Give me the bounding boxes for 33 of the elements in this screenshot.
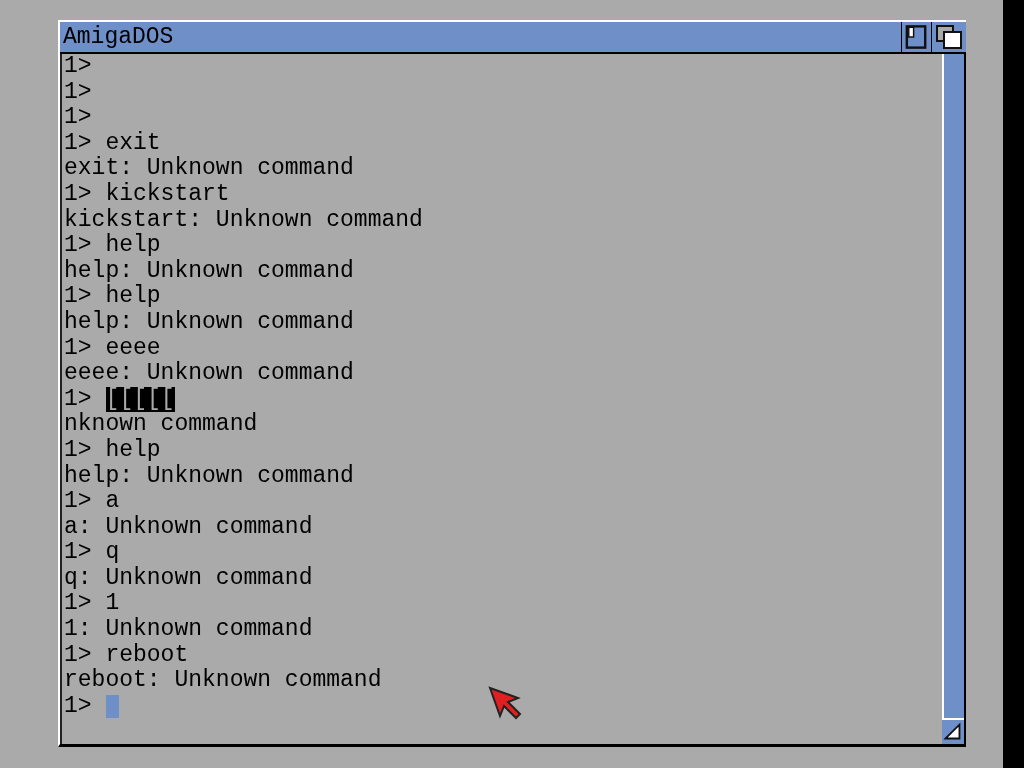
- prompt-line: 1> a: [64, 489, 120, 515]
- output-line: exit: Unknown command: [64, 156, 354, 182]
- prompt-line: 1> eeee: [64, 335, 161, 361]
- prompt-text: 1>: [64, 693, 92, 720]
- output-line: kickstart: Unknown command: [64, 207, 423, 233]
- title-bar[interactable]: AmigaDOS: [60, 22, 966, 54]
- prompt-line: 1>: [64, 105, 92, 131]
- output-line: a: Unknown command: [64, 514, 313, 541]
- output-line: nknown command: [64, 412, 258, 438]
- output-line: 1: Unknown command: [64, 617, 313, 643]
- window-title: AmigaDOS: [62, 25, 174, 49]
- resize-icon[interactable]: [942, 718, 964, 744]
- prompt-line: 1> kickstart: [64, 181, 230, 208]
- prompt-line: 1> help: [64, 437, 161, 464]
- prompt-line: 1> reboot: [64, 642, 189, 668]
- prompt-line: 1>: [64, 54, 92, 80]
- prompt-line: 1> 1: [64, 591, 120, 617]
- output-line: eeee: Unknown command: [64, 361, 354, 387]
- prompt-line: 1> q: [64, 540, 120, 566]
- pointer-icon: [488, 686, 522, 720]
- selected-text: [[[[[: [105, 386, 175, 413]
- prompt-line: 1> help: [64, 233, 161, 259]
- text-cursor: [105, 695, 119, 719]
- output-line: help: Unknown command: [64, 258, 354, 284]
- output-line: reboot: Unknown command: [64, 668, 382, 694]
- scrollbar[interactable]: [942, 54, 964, 718]
- prompt-line: 1> exit: [64, 130, 161, 156]
- output-line: help: Unknown command: [64, 309, 354, 336]
- prompt-line: 1>: [64, 79, 92, 106]
- prompt-text: 1>: [64, 386, 92, 412]
- output-line: help: Unknown command: [64, 463, 354, 490]
- output-line: q: Unknown command: [64, 565, 313, 592]
- prompt-line: 1> help: [64, 284, 161, 310]
